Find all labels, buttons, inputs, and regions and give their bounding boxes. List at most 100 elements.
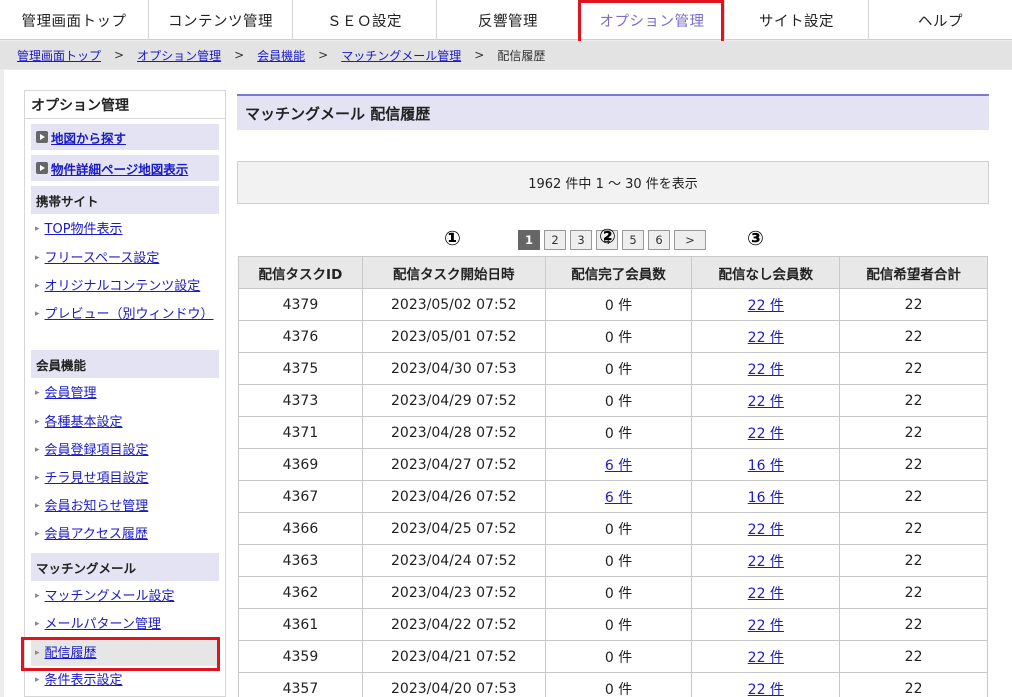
sidebar-item-member-notices[interactable]: ▸ 会員お知らせ管理: [35, 498, 215, 515]
undelivered-members-cell: 22 件: [691, 512, 841, 545]
breadcrumb-member-function[interactable]: 会員機能: [257, 47, 305, 64]
undelivered-members-link[interactable]: 22 件: [748, 362, 784, 378]
table-row: 4366 2023/04/25 07:52 0 件 22 件 22: [238, 512, 988, 545]
sidebar-item-member-access-log[interactable]: ▸ 会員アクセス履歴: [35, 526, 215, 543]
sidebar-item-label[interactable]: 会員管理: [45, 386, 97, 401]
task-id-cell: 4371: [238, 416, 363, 449]
table-row: 4376 2023/05/01 07:52 0 件 22 件 22: [238, 320, 988, 353]
undelivered-members-link[interactable]: 22 件: [748, 330, 784, 346]
task-id-cell: 4373: [238, 384, 363, 417]
start-datetime-cell: 2023/04/24 07:52: [361, 544, 546, 577]
nav-site-settings[interactable]: サイト設定: [725, 0, 869, 40]
page-5[interactable]: 5: [622, 230, 644, 250]
task-id-cell: 4366: [238, 512, 363, 545]
sidebar-item-label[interactable]: 会員お知らせ管理: [45, 499, 149, 514]
undelivered-members-link[interactable]: 22 件: [748, 426, 784, 442]
total-requests-cell: 22: [839, 288, 988, 321]
table-row: 4369 2023/04/27 07:52 6 件 16 件 22: [238, 448, 988, 481]
sidebar-item-matching-settings[interactable]: ▸ マッチングメール設定: [35, 588, 215, 605]
sidebar-item-registration-fields[interactable]: ▸ 会員登録項目設定: [35, 442, 215, 459]
sidebar-item-label[interactable]: オリジナルコンテンツ設定: [45, 279, 201, 294]
breadcrumb-option-management[interactable]: オプション管理: [137, 47, 221, 64]
undelivered-members-link[interactable]: 22 件: [748, 554, 784, 570]
completed-members-cell: 0 件: [544, 384, 693, 417]
sidebar-item-label[interactable]: TOP物件表示: [45, 222, 123, 237]
sidebar-section-mobile: 携帯サイト: [31, 186, 219, 214]
sidebar-box-detail-map[interactable]: 物件詳細ページ地図表示: [31, 155, 219, 181]
task-id-cell: 4361: [238, 608, 363, 641]
completed-members-link[interactable]: 6 件: [605, 490, 632, 506]
sidebar-item-original-content[interactable]: ▸ オリジナルコンテンツ設定: [35, 278, 215, 295]
undelivered-members-link[interactable]: 22 件: [748, 618, 784, 634]
arrow-icon: ▸: [35, 309, 40, 319]
sidebar-item-mail-patterns[interactable]: ▸ メールパターン管理: [35, 616, 215, 633]
start-datetime-cell: 2023/04/25 07:52: [361, 512, 546, 545]
sidebar-item-label[interactable]: フリースペース設定: [45, 251, 160, 266]
sidebar-item-label[interactable]: 会員アクセス履歴: [45, 527, 148, 542]
breadcrumb-matching-mail[interactable]: マッチングメール管理: [341, 47, 461, 64]
undelivered-members-link[interactable]: 22 件: [748, 682, 784, 697]
sidebar-item-label[interactable]: プレビュー（別ウィンドウ）: [45, 307, 214, 322]
completed-members-link[interactable]: 6 件: [605, 458, 632, 474]
sidebar-item-preview-fields[interactable]: ▸ チラ見せ項目設定: [35, 470, 215, 487]
undelivered-members-link[interactable]: 22 件: [748, 586, 784, 602]
completed-members-cell: 6 件: [544, 448, 693, 481]
undelivered-members-link[interactable]: 22 件: [748, 522, 784, 538]
sidebar-item-top-property[interactable]: ▸ TOP物件表示: [35, 221, 215, 238]
nav-seo-settings[interactable]: ＳＥＯ設定: [293, 0, 437, 40]
undelivered-members-cell: 22 件: [691, 672, 841, 697]
nav-admin-top[interactable]: 管理画面トップ: [0, 0, 149, 40]
sidebar-item-label[interactable]: マッチングメール設定: [45, 589, 175, 604]
sidebar-item-free-space[interactable]: ▸ フリースペース設定: [35, 250, 215, 267]
sidebar-item-label[interactable]: メールパターン管理: [45, 617, 161, 632]
task-id-cell: 4357: [238, 672, 363, 697]
page-title: マッチングメール 配信履歴: [237, 94, 989, 130]
arrow-icon: ▸: [35, 675, 40, 685]
nav-help[interactable]: ヘルプ: [869, 0, 1012, 40]
breadcrumb-separator: >: [318, 48, 329, 62]
task-id-cell: 4379: [238, 288, 363, 321]
sidebar-item-condition-display[interactable]: ▸ 条件表示設定: [35, 672, 215, 689]
marker-2: ②: [599, 224, 616, 248]
undelivered-members-link[interactable]: 16 件: [748, 458, 784, 474]
sidebar-item-label[interactable]: 条件表示設定: [45, 673, 123, 688]
nav-response-management[interactable]: 反響管理: [437, 0, 580, 40]
breadcrumb-admin-top[interactable]: 管理画面トップ: [17, 47, 101, 64]
sidebar-item-member-management[interactable]: ▸ 会員管理: [35, 385, 215, 402]
sidebar-box-map-search[interactable]: 地図から探す: [31, 124, 219, 150]
sidebar-item-label[interactable]: 各種基本設定: [45, 415, 123, 430]
nav-content-management[interactable]: コンテンツ管理: [149, 0, 293, 40]
sidebar-link-map-search[interactable]: 地図から探す: [51, 128, 126, 147]
play-icon: [36, 162, 48, 174]
total-requests-cell: 22: [839, 384, 988, 417]
next-page-button[interactable]: >: [674, 230, 706, 250]
undelivered-members-link[interactable]: 22 件: [748, 394, 784, 410]
page-2[interactable]: 2: [544, 230, 566, 250]
page-3[interactable]: 3: [570, 230, 592, 250]
table-row: 4357 2023/04/20 07:53 0 件 22 件 22: [238, 672, 988, 697]
undelivered-members-link[interactable]: 22 件: [748, 298, 784, 314]
undelivered-members-cell: 22 件: [691, 416, 841, 449]
sidebar-item-label[interactable]: チラ見せ項目設定: [45, 471, 149, 486]
sidebar-link-detail-map[interactable]: 物件詳細ページ地図表示: [51, 159, 188, 178]
sidebar-item-basic-settings[interactable]: ▸ 各種基本設定: [35, 414, 215, 431]
completed-members-cell: 0 件: [544, 544, 693, 577]
start-datetime-cell: 2023/04/27 07:52: [361, 448, 546, 481]
start-datetime-cell: 2023/04/30 07:53: [361, 352, 546, 385]
undelivered-members-link[interactable]: 16 件: [748, 490, 784, 506]
completed-members-cell: 0 件: [544, 288, 693, 321]
completed-members-cell: 6 件: [544, 480, 693, 513]
marker-1: ①: [444, 226, 461, 250]
table-row: 4371 2023/04/28 07:52 0 件 22 件 22: [238, 416, 988, 449]
arrow-icon: ▸: [35, 445, 40, 455]
page-6[interactable]: 6: [648, 230, 670, 250]
sidebar-item-label[interactable]: 会員登録項目設定: [45, 443, 149, 458]
total-requests-cell: 22: [839, 448, 988, 481]
undelivered-members-link[interactable]: 22 件: [748, 650, 784, 666]
sidebar-item-preview[interactable]: ▸ プレビュー（別ウィンドウ）: [35, 306, 215, 323]
start-datetime-cell: 2023/04/23 07:52: [361, 576, 546, 609]
completed-members-cell: 0 件: [544, 320, 693, 353]
undelivered-members-cell: 16 件: [691, 480, 841, 513]
arrow-icon: ▸: [35, 591, 40, 601]
arrow-icon: ▸: [35, 501, 40, 511]
